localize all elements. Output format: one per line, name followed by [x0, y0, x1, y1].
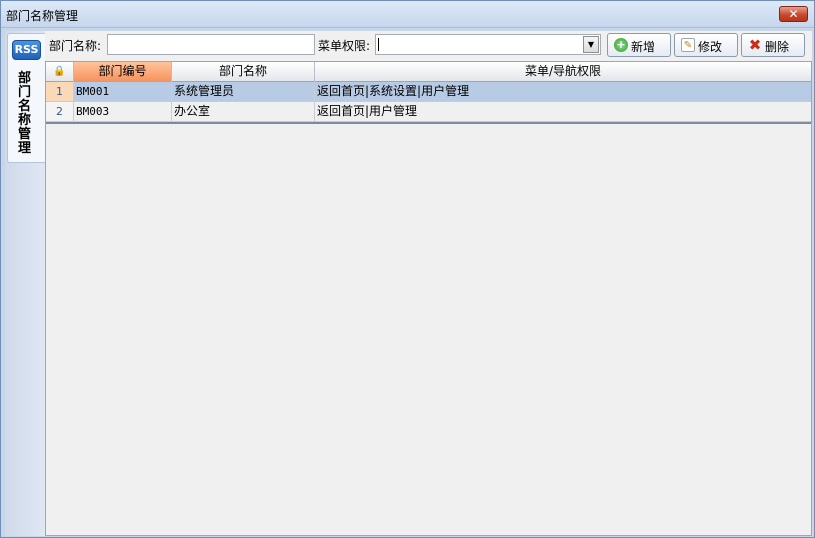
edit-button[interactable]: ✎ 修改	[674, 33, 738, 57]
column-header-code[interactable]: 部门编号	[74, 62, 172, 82]
delete-button[interactable]: ✖ 删除	[741, 33, 805, 57]
menu-perm-select[interactable]: ▼	[375, 34, 601, 55]
row-number: 2	[46, 102, 74, 122]
cell-perm: 返回首页|用户管理	[315, 102, 811, 122]
main-window: 部门名称管理 ✕ RSS 部门名称管理 部门名称: 菜单权限: ▼ + 新增 ✎…	[0, 0, 815, 538]
table-rows-divider	[46, 122, 811, 124]
sidebar: RSS 部门名称管理	[5, 31, 47, 536]
table-row[interactable]: 2 BM003 办公室 返回首页|用户管理	[46, 102, 811, 122]
title-bar[interactable]: 部门名称管理 ✕	[1, 1, 814, 28]
plus-icon: +	[614, 38, 628, 52]
cell-code: BM001	[74, 82, 172, 102]
toolbar: 部门名称: 菜单权限: ▼ + 新增 ✎ 修改 ✖ 删除	[45, 31, 812, 61]
cell-name: 系统管理员	[172, 82, 315, 102]
close-icon: ✕	[788, 7, 799, 21]
add-button-label: 新增	[631, 40, 656, 54]
window-title: 部门名称管理	[6, 9, 79, 23]
sidebar-tab-label: 部门名称管理	[18, 71, 32, 156]
dept-name-input[interactable]	[107, 34, 315, 55]
table-row[interactable]: 1 BM001 系统管理员 返回首页|系统设置|用户管理	[46, 82, 811, 102]
edit-icon: ✎	[681, 38, 695, 52]
delete-icon: ✖	[748, 36, 762, 54]
text-caret	[378, 38, 379, 51]
sidebar-tab-dept-management[interactable]: RSS 部门名称管理	[7, 33, 47, 163]
dept-table: 🔒 部门编号 部门名称 菜单/导航权限 1 BM001 系统管理员 返回首页|系…	[45, 61, 812, 536]
column-header-name[interactable]: 部门名称	[172, 62, 315, 82]
column-header-perm[interactable]: 菜单/导航权限	[315, 62, 811, 82]
close-button[interactable]: ✕	[779, 6, 808, 22]
rss-icon: RSS	[12, 40, 41, 60]
content-area: 部门名称: 菜单权限: ▼ + 新增 ✎ 修改 ✖ 删除 🔒 部门编号 部门名称…	[45, 31, 812, 536]
add-button[interactable]: + 新增	[607, 33, 671, 57]
menu-perm-label: 菜单权限:	[318, 39, 371, 53]
delete-button-label: 删除	[765, 40, 790, 54]
lock-icon[interactable]: 🔒	[46, 62, 74, 82]
cell-code: BM003	[74, 102, 172, 122]
edit-button-label: 修改	[698, 40, 723, 54]
cell-name: 办公室	[172, 102, 315, 122]
table-header: 🔒 部门编号 部门名称 菜单/导航权限	[46, 62, 811, 82]
cell-perm: 返回首页|系统设置|用户管理	[315, 82, 811, 102]
dept-name-label: 部门名称:	[49, 39, 102, 53]
chevron-down-icon[interactable]: ▼	[583, 36, 599, 53]
row-number: 1	[46, 82, 74, 102]
